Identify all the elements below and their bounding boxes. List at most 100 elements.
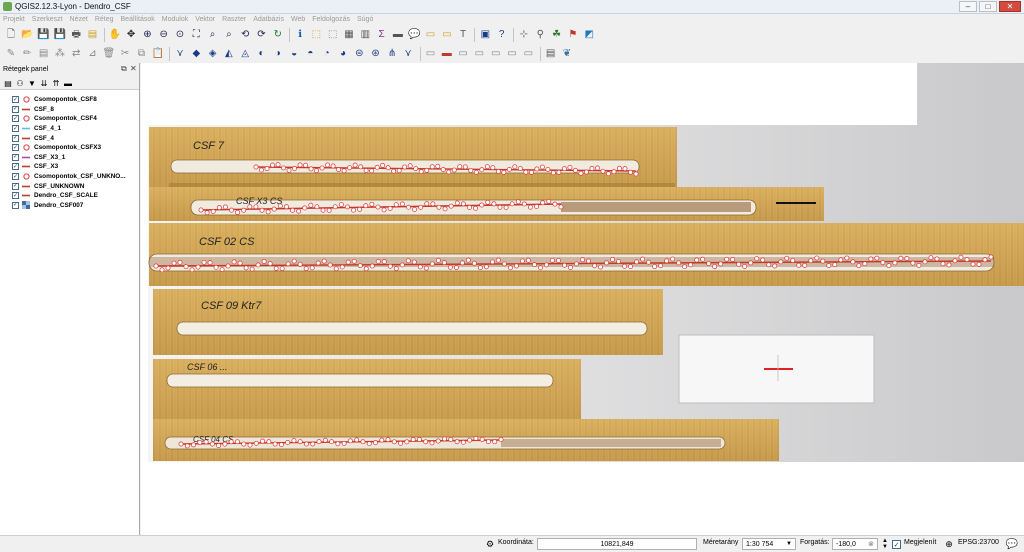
crs-globe-icon[interactable]: ⊕ — [943, 538, 955, 550]
label-a-icon[interactable]: ▭ — [424, 47, 438, 61]
statistics-icon[interactable]: Σ — [375, 28, 389, 42]
select-features-icon[interactable]: ⬚ — [309, 28, 323, 42]
layer-visibility-checkbox[interactable]: ✓ — [12, 201, 19, 209]
gps-icon[interactable]: ⊹ — [517, 28, 531, 42]
help-book-icon[interactable]: ▣ — [478, 28, 492, 42]
scale-combo[interactable]: 1:30 754 ▼ — [742, 538, 796, 550]
collapse-all-icon[interactable]: ⇈ — [51, 78, 61, 88]
layer-visibility-checkbox[interactable]: ✓ — [12, 144, 19, 152]
label-e-icon[interactable]: ▭ — [489, 47, 503, 61]
spin-arrows-icon[interactable]: ▲ ▼ — [879, 538, 891, 550]
coordinate-field[interactable]: 10821,849 — [537, 538, 697, 550]
current-edits-icon[interactable]: ✎ — [4, 47, 18, 61]
menu-item-5[interactable]: Modulok — [162, 16, 188, 23]
save-project-icon[interactable]: 💾 — [37, 28, 51, 42]
open-layer-styling-icon[interactable]: ▤ — [3, 78, 13, 88]
plugin-b-icon[interactable]: ⚑ — [566, 28, 580, 42]
layer-item[interactable]: ✓ CSF_4 — [12, 133, 54, 143]
paste-features-icon[interactable]: 📋 — [151, 47, 165, 61]
layer-visibility-checkbox[interactable]: ✓ — [12, 125, 19, 133]
adv-digitize-i-icon[interactable]: ◓ — [303, 47, 317, 61]
minimize-button[interactable]: – — [959, 1, 977, 12]
render-checkbox[interactable]: ✓ — [892, 540, 901, 549]
adv-digitize-f-icon[interactable]: ◐ — [255, 47, 269, 61]
layer-item[interactable]: ✓ CSF_UNKNOWN — [12, 181, 84, 191]
menu-item-9[interactable]: Web — [291, 16, 305, 23]
layer-visibility-checkbox[interactable]: ✓ — [12, 173, 19, 181]
label-g-icon[interactable]: ▭ — [521, 47, 535, 61]
show-bookmarks-icon[interactable]: ▭ — [440, 28, 454, 42]
crs-label[interactable]: EPSG:23700 — [958, 539, 999, 546]
text-annotation-icon[interactable]: T — [456, 28, 470, 42]
layer-visibility-checkbox[interactable]: ✓ — [12, 182, 19, 190]
layer-visibility-checkbox[interactable]: ✓ — [12, 96, 19, 104]
plugin-c-icon[interactable]: ◩ — [582, 28, 596, 42]
layer-item[interactable]: ✓ Dendro_CSF007 — [12, 201, 83, 211]
rotation-field[interactable]: -180,0 ⊗ — [832, 538, 878, 550]
csw-icon[interactable]: ▤ — [544, 47, 558, 61]
adv-digitize-k-icon[interactable]: ◕ — [336, 47, 350, 61]
menu-item-0[interactable]: Projekt — [3, 16, 25, 23]
print-composer-icon[interactable]: 🖶 — [69, 28, 83, 42]
zoom-full-icon[interactable]: ⛶ — [189, 28, 203, 42]
adv-digitize-d-icon[interactable]: ◭ — [222, 47, 236, 61]
layer-item[interactable]: ✓ CSF_8 — [12, 105, 54, 115]
map-canvas-svg[interactable]: CSF 7 CSF X3 CS CSF 02 CS CSF 09 Ktr7 CS… — [141, 63, 1024, 535]
new-bookmark-icon[interactable]: ▭ — [424, 28, 438, 42]
cut-features-icon[interactable]: ✂ — [118, 47, 132, 61]
menu-item-11[interactable]: Súgó — [357, 16, 373, 23]
label-f-icon[interactable]: ▭ — [505, 47, 519, 61]
toggle-editing-icon[interactable]: ✏ — [20, 47, 34, 61]
georeferencer-icon[interactable]: ⚲ — [533, 28, 547, 42]
log-messages-icon[interactable]: 💬 — [1006, 538, 1018, 550]
adv-digitize-g-icon[interactable]: ◑ — [271, 47, 285, 61]
delete-selected-icon[interactable]: 🗑 — [102, 47, 116, 61]
label-d-icon[interactable]: ▭ — [472, 47, 486, 61]
layer-item[interactable]: ✓ CSF_X3_1 — [12, 153, 65, 163]
layer-visibility-checkbox[interactable]: ✓ — [12, 163, 19, 171]
zoom-actual-icon[interactable]: ⊙ — [173, 28, 187, 42]
label-b-icon[interactable]: ▬ — [440, 47, 454, 61]
layer-item[interactable]: ✓ Csomopontok_CSF4 — [12, 114, 97, 124]
zoom-selection-icon[interactable]: ⌕ — [206, 28, 220, 42]
map-canvas[interactable]: CSF 7 CSF X3 CS CSF 02 CS CSF 09 Ktr7 CS… — [141, 63, 1024, 535]
clear-icon[interactable]: ⊗ — [868, 540, 874, 548]
menu-item-2[interactable]: Nézet — [70, 16, 88, 23]
menu-item-7[interactable]: Raszter — [222, 16, 246, 23]
layer-visibility-checkbox[interactable]: ✓ — [12, 115, 19, 123]
close-button[interactable]: ✕ — [999, 1, 1021, 12]
identify-icon[interactable]: ℹ — [293, 28, 307, 42]
adv-digitize-n-icon[interactable]: ⋔ — [385, 47, 399, 61]
messages-icon[interactable]: ⚙ — [484, 538, 496, 550]
pan-icon[interactable]: ✋ — [108, 28, 122, 42]
adv-digitize-l-icon[interactable]: ⊜ — [352, 47, 366, 61]
menu-item-4[interactable]: Beállítások — [121, 16, 155, 23]
add-group-icon[interactable]: ⚇ — [15, 78, 25, 88]
layer-visibility-checkbox[interactable]: ✓ — [12, 192, 19, 200]
field-calculator-icon[interactable]: ▥ — [358, 28, 372, 42]
measure-icon[interactable]: ▬ — [391, 28, 405, 42]
menu-item-10[interactable]: Feldolgozás — [312, 16, 350, 23]
plugin-a-icon[interactable]: ☘ — [550, 28, 564, 42]
save-edits-icon[interactable]: ▤ — [37, 47, 51, 61]
new-project-icon[interactable]: 🗋 — [4, 28, 18, 42]
refresh-icon[interactable]: ↻ — [271, 28, 285, 42]
pan-to-selection-icon[interactable]: ✥ — [124, 28, 138, 42]
zoom-next-icon[interactable]: ⟳ — [255, 28, 269, 42]
zoom-out-icon[interactable]: ⊖ — [157, 28, 171, 42]
adv-digitize-j-icon[interactable]: ◔ — [320, 47, 334, 61]
adv-digitize-h-icon[interactable]: ◒ — [287, 47, 301, 61]
adv-digitize-m-icon[interactable]: ⊛ — [369, 47, 383, 61]
whats-this-icon[interactable]: ? — [495, 28, 509, 42]
copy-features-icon[interactable]: ⧉ — [134, 47, 148, 61]
layer-visibility-checkbox[interactable]: ✓ — [12, 134, 19, 142]
layer-visibility-checkbox[interactable]: ✓ — [12, 105, 19, 113]
zoom-layer-icon[interactable]: ⌕ — [222, 28, 236, 42]
layer-item[interactable]: ✓ CSF_4_1 — [12, 124, 61, 134]
adv-digitize-b-icon[interactable]: ◆ — [189, 47, 203, 61]
float-panel-icon[interactable]: ⧉ — [121, 64, 127, 74]
open-attribute-table-icon[interactable]: ▦ — [342, 28, 356, 42]
expand-all-icon[interactable]: ⇊ — [39, 78, 49, 88]
layer-item[interactable]: ✓ Csomopontok_CSF_UNKNO... — [12, 172, 126, 182]
close-panel-icon[interactable]: ✕ — [130, 64, 137, 73]
